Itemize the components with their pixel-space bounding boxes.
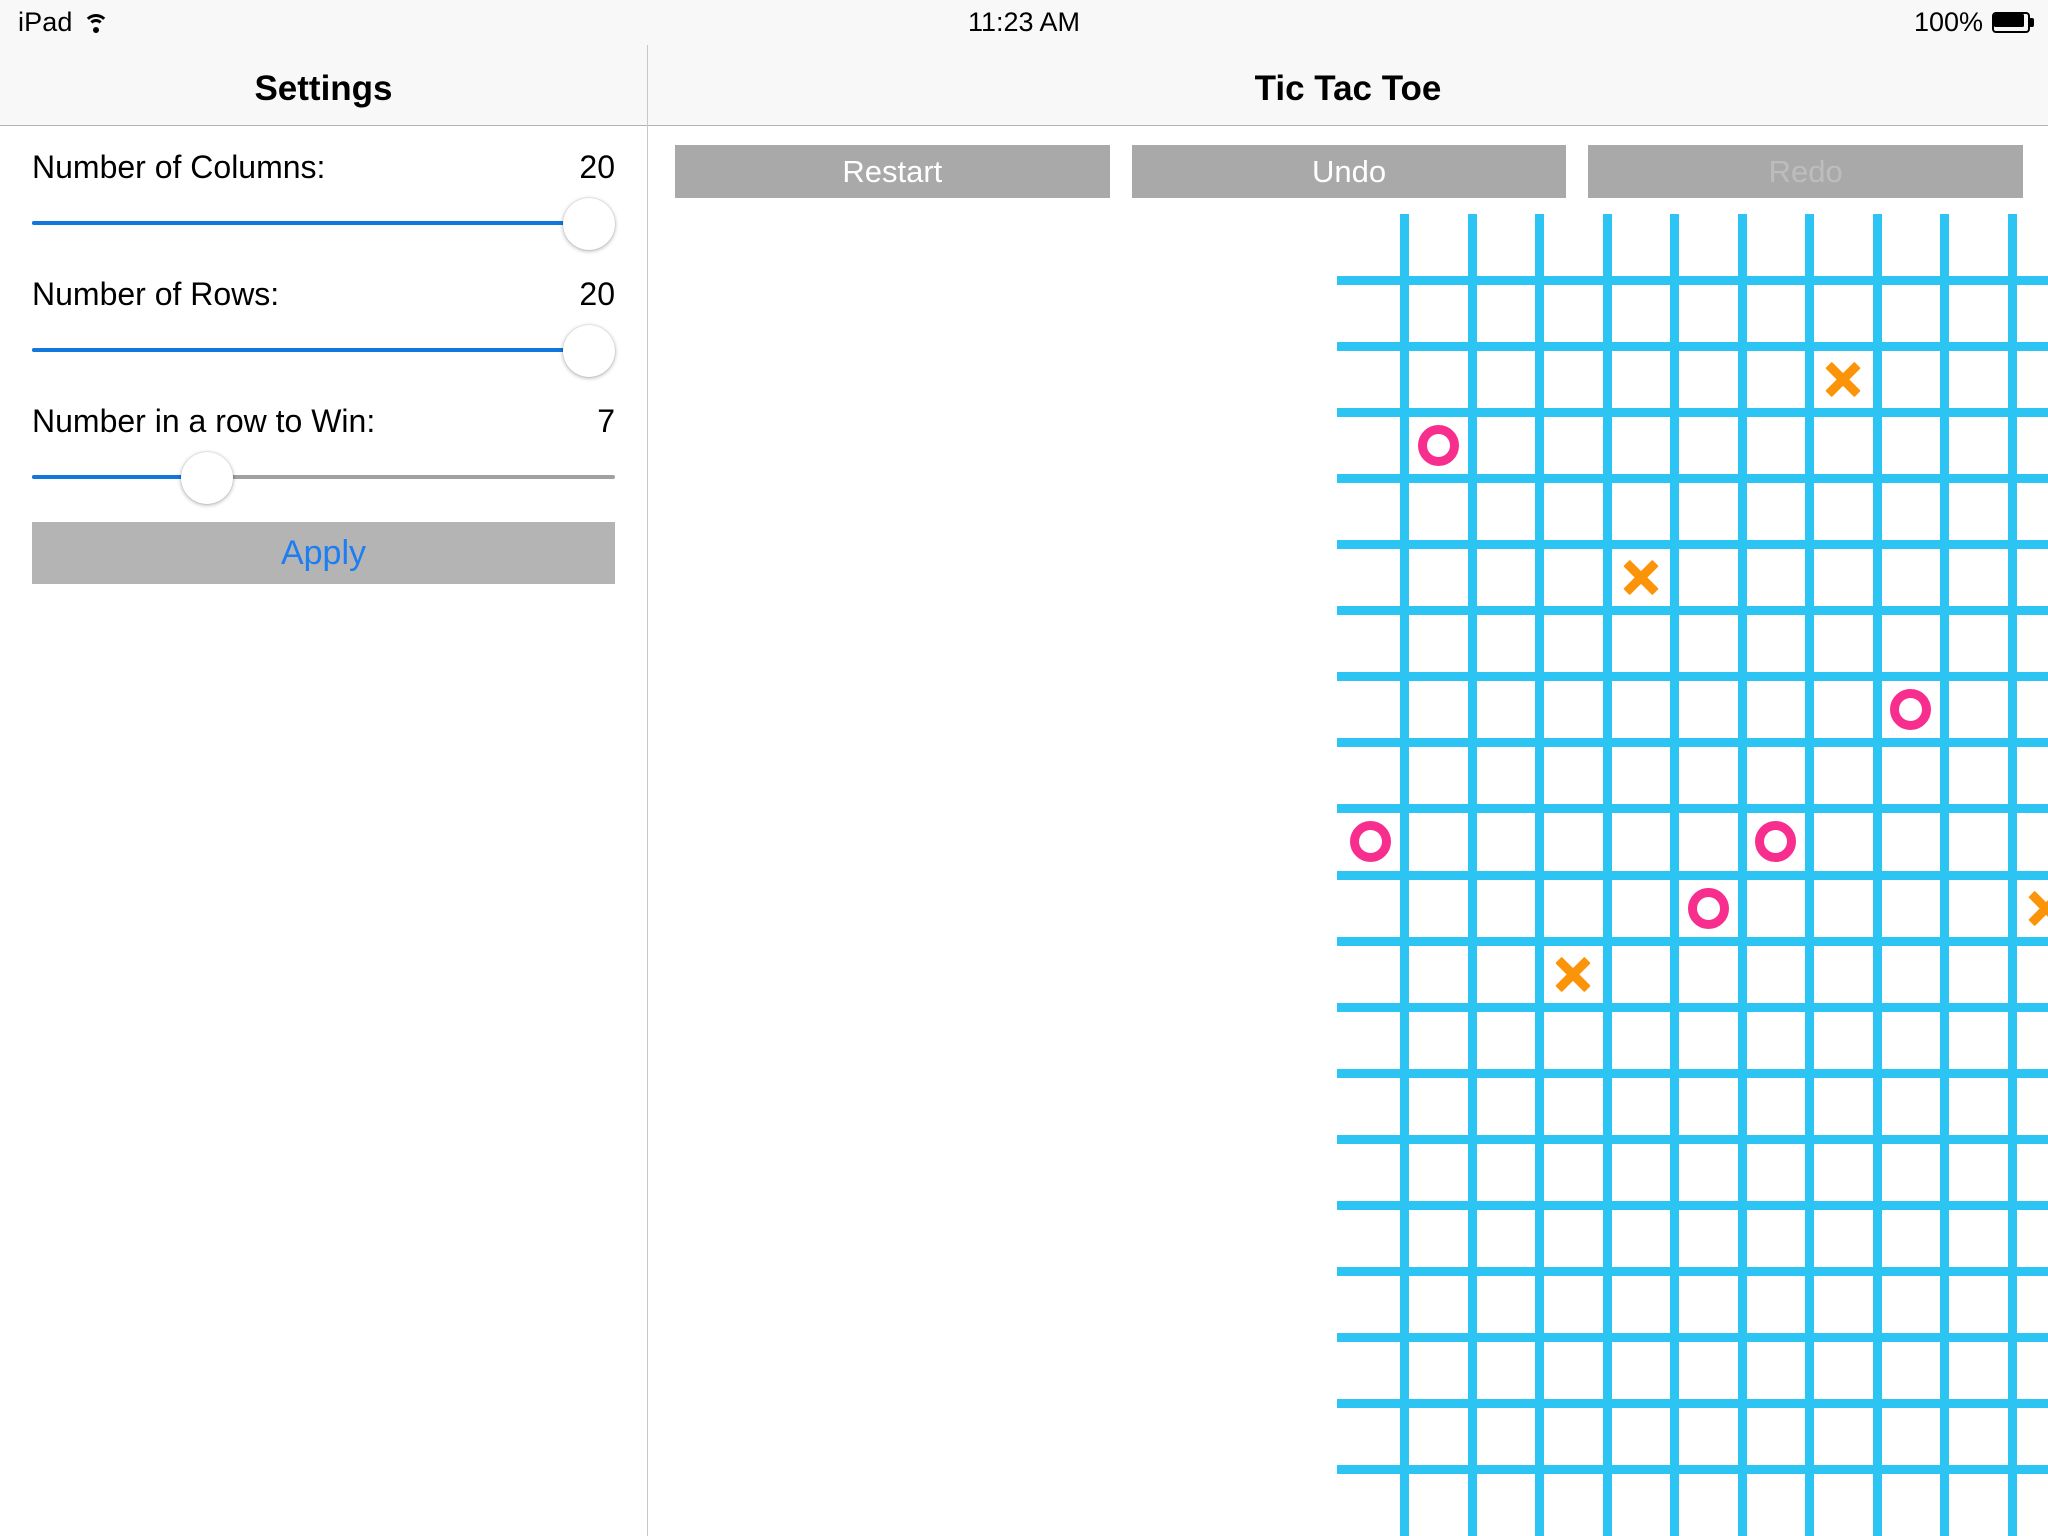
win-length-label: Number in a row to Win: — [32, 403, 376, 439]
board-cell-x[interactable] — [1540, 941, 1608, 1007]
rows-slider-thumb[interactable] — [563, 325, 615, 377]
rows-label: Number of Rows: — [32, 276, 280, 312]
grid-line-horizontal — [1337, 1465, 2048, 1475]
grid-line-horizontal — [1337, 540, 2048, 549]
setting-header-win-length: Number in a row to Win: 7 — [32, 403, 615, 440]
win-length-slider-thumb[interactable] — [180, 452, 233, 504]
setting-header-columns: Number of Columns: 20 — [32, 149, 615, 186]
rows-slider[interactable] — [32, 319, 615, 381]
columns-slider[interactable] — [32, 192, 615, 254]
grid-line-horizontal — [1337, 1399, 2048, 1409]
x-mark-icon — [1823, 359, 1864, 400]
board-cell-o[interactable] — [1742, 809, 1810, 875]
board-cell-x[interactable] — [1810, 346, 1878, 412]
x-mark-icon — [1553, 954, 1594, 995]
grid-line-horizontal — [1337, 1267, 2048, 1277]
game-board[interactable] — [1337, 214, 2048, 1536]
board-cell-o[interactable] — [1675, 875, 1743, 941]
grid-line-horizontal — [1337, 1134, 2048, 1144]
undo-button[interactable]: Undo — [1131, 145, 1567, 198]
o-mark-icon — [1755, 821, 1797, 863]
redo-button: Redo — [1588, 145, 2024, 198]
grid-line-horizontal — [1337, 275, 2048, 285]
grid-line-horizontal — [1337, 1068, 2048, 1078]
setting-row-win-length: Number in a row to Win: 7 — [32, 403, 615, 508]
grid-line-horizontal — [1337, 1333, 2048, 1343]
grid-line-horizontal — [1337, 804, 2048, 814]
status-bar-clock: 11:23 AM — [967, 7, 1081, 37]
setting-row-rows: Number of Rows: 20 — [32, 276, 615, 381]
columns-slider-fill — [32, 221, 615, 225]
game-board-grid[interactable] — [1337, 214, 2048, 1536]
board-cell-o[interactable] — [1405, 412, 1473, 478]
o-mark-icon — [1687, 887, 1729, 929]
columns-value: 20 — [579, 149, 615, 185]
status-bar: iPad 11:23 AM 100% — [0, 0, 2048, 45]
status-bar-right: 100% — [1914, 0, 2034, 45]
x-mark-icon — [1620, 557, 1661, 598]
restart-button[interactable]: Restart — [675, 145, 1110, 198]
o-mark-icon — [1417, 424, 1459, 466]
setting-row-columns: Number of Columns: 20 — [32, 149, 615, 254]
board-cell-o[interactable] — [1337, 809, 1405, 875]
grid-line-horizontal — [1337, 341, 2048, 351]
grid-line-horizontal — [1337, 606, 2048, 616]
x-mark-icon — [2025, 888, 2048, 929]
battery-icon — [1992, 12, 2034, 33]
grid-line-horizontal — [1337, 1201, 2048, 1210]
settings-title: Settings — [254, 69, 393, 108]
grid-line-horizontal — [1337, 1002, 2048, 1012]
setting-header-rows: Number of Rows: 20 — [32, 276, 615, 313]
settings-content: Number of Columns: 20 Number of Rows: 20 — [0, 127, 647, 584]
win-length-value: 7 — [597, 403, 615, 439]
battery-percent-label: 100% — [1913, 7, 1983, 37]
app-root: iPad 11:23 AM 100% Settings Number of Co… — [0, 0, 2048, 1536]
board-cell-x[interactable] — [2012, 875, 2048, 941]
win-length-slider-fill — [32, 475, 196, 479]
apply-button[interactable]: Apply — [32, 522, 615, 584]
game-toolbar: Restart Undo Redo — [675, 145, 2024, 198]
game-panel: Tic Tac Toe Restart Undo Redo — [648, 0, 2048, 1536]
o-mark-icon — [1890, 689, 1932, 731]
o-mark-icon — [1350, 821, 1392, 863]
board-cell-o[interactable] — [1877, 677, 1945, 743]
settings-panel: Settings Number of Columns: 20 Number of… — [0, 0, 648, 1536]
win-length-slider[interactable] — [32, 446, 615, 508]
columns-slider-thumb[interactable] — [563, 198, 615, 250]
rows-slider-fill — [32, 348, 615, 352]
rows-value: 20 — [579, 276, 615, 312]
columns-label: Number of Columns: — [32, 149, 326, 185]
board-cell-x[interactable] — [1607, 545, 1675, 611]
game-title: Tic Tac Toe — [1254, 69, 1442, 108]
